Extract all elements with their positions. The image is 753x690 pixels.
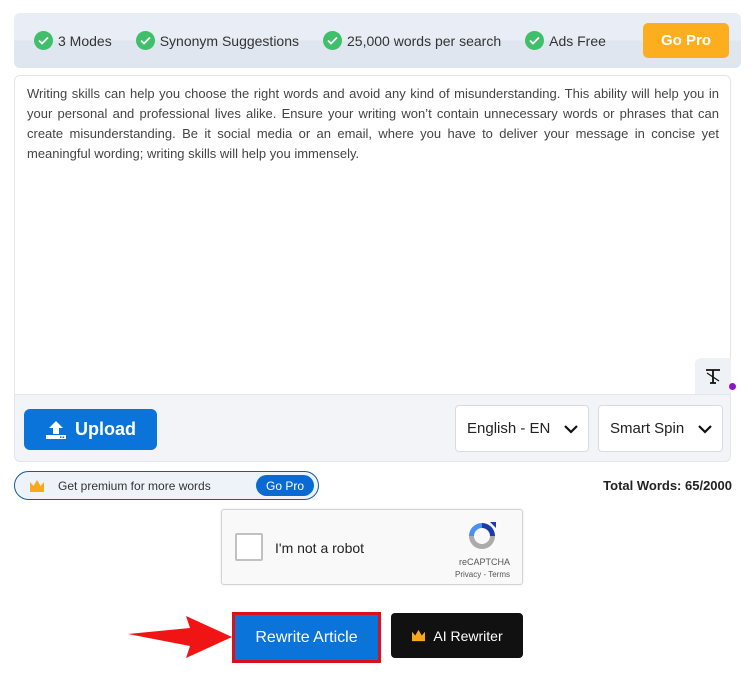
upload-button[interactable]: Upload <box>24 409 157 450</box>
text-editor[interactable]: Writing skills can help you choose the r… <box>14 75 731 395</box>
check-circle-icon <box>525 31 545 50</box>
indicator-dot <box>729 383 736 390</box>
feature-bar: 3 Modes Synonym Suggestions 25,000 words… <box>14 13 741 68</box>
total-words: Total Words: 65/2000 <box>603 478 732 493</box>
feature-item: Synonym Suggestions <box>135 31 300 50</box>
feature-label: 3 Modes <box>58 32 112 49</box>
premium-message: Get premium for more words <box>58 478 211 493</box>
check-circle-icon <box>135 31 155 50</box>
chevron-down-icon <box>564 425 578 434</box>
chevron-down-icon <box>698 425 712 434</box>
mode-select[interactable]: Smart Spin <box>598 405 723 452</box>
premium-banner: Get premium for more words Go Pro <box>14 471 319 500</box>
feature-label: 25,000 words per search <box>347 32 502 49</box>
premium-go-pro-button[interactable]: Go Pro <box>256 475 314 496</box>
recaptcha-links[interactable]: Privacy - Terms <box>455 570 510 579</box>
rewrite-article-button[interactable]: Rewrite Article <box>232 612 381 663</box>
red-arrow-icon <box>128 616 232 658</box>
recaptcha-widget: I'm not a robot reCAPTCHA Privacy - Term… <box>221 509 523 585</box>
go-pro-button[interactable]: Go Pro <box>643 23 729 58</box>
crown-icon <box>30 479 44 492</box>
mode-select-value: Smart Spin <box>610 420 685 437</box>
upload-icon <box>46 420 66 439</box>
language-select-value: English - EN <box>467 420 551 437</box>
text-format-icon <box>706 369 720 384</box>
feature-label: Synonym Suggestions <box>159 32 300 49</box>
recaptcha-checkbox[interactable] <box>235 533 263 561</box>
recaptcha-label: I'm not a robot <box>275 540 365 556</box>
check-circle-icon <box>34 31 53 50</box>
text-format-button[interactable] <box>695 358 731 394</box>
feature-item: 3 Modes <box>34 31 112 50</box>
recaptcha-brand: reCAPTCHA <box>458 557 510 567</box>
ai-rewriter-button[interactable]: AI Rewriter <box>391 613 523 658</box>
feature-label: Ads Free <box>549 32 606 49</box>
editor-toolbar: Upload English - EN Smart Spin <box>14 395 731 462</box>
upload-label: Upload <box>75 419 136 439</box>
crown-icon <box>412 629 426 642</box>
check-circle-icon <box>323 31 343 50</box>
language-select[interactable]: English - EN <box>455 405 589 452</box>
feature-item: Ads Free <box>525 31 606 50</box>
ai-rewriter-label: AI Rewriter <box>433 627 503 644</box>
editor-text[interactable]: Writing skills can help you choose the r… <box>15 76 730 164</box>
recaptcha-logo-icon <box>469 522 496 549</box>
feature-item: 25,000 words per search <box>323 31 501 50</box>
